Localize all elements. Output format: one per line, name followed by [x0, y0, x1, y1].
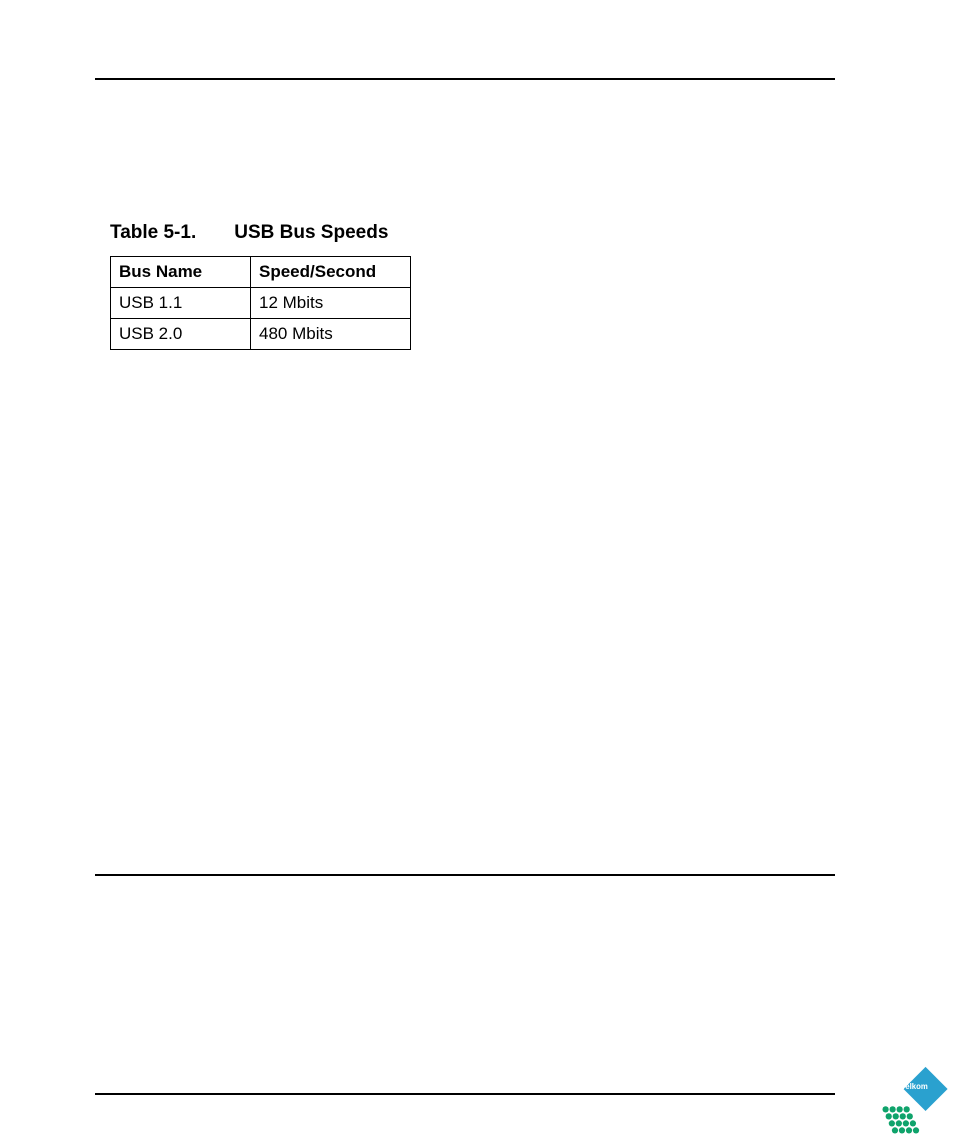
cell-bus: USB 2.0 [111, 319, 251, 350]
col-header-speed: Speed/Second [251, 257, 411, 288]
cell-bus: USB 1.1 [111, 288, 251, 319]
divider-bottom [95, 1093, 835, 1095]
cell-speed: 480 Mbits [251, 319, 411, 350]
logo-dots [882, 1106, 919, 1133]
table-caption: Table 5-1. USB Bus Speeds [110, 222, 411, 244]
logo-text: Telkom [901, 1082, 928, 1091]
table-title: USB Bus Speeds [234, 222, 388, 244]
table-header-row: Bus Name Speed/Second [111, 257, 411, 288]
telkom-logo-icon: Telkom [870, 1061, 948, 1139]
usb-speeds-table-block: Table 5-1. USB Bus Speeds Bus Name Speed… [110, 222, 411, 350]
table-row: USB 1.1 12 Mbits [111, 288, 411, 319]
divider-top [95, 78, 835, 80]
table-number: Table 5-1. [110, 222, 196, 244]
col-header-bus: Bus Name [111, 257, 251, 288]
cell-speed: 12 Mbits [251, 288, 411, 319]
usb-speeds-table: Bus Name Speed/Second USB 1.1 12 Mbits U… [110, 256, 411, 350]
table-row: USB 2.0 480 Mbits [111, 319, 411, 350]
divider-middle [95, 874, 835, 876]
